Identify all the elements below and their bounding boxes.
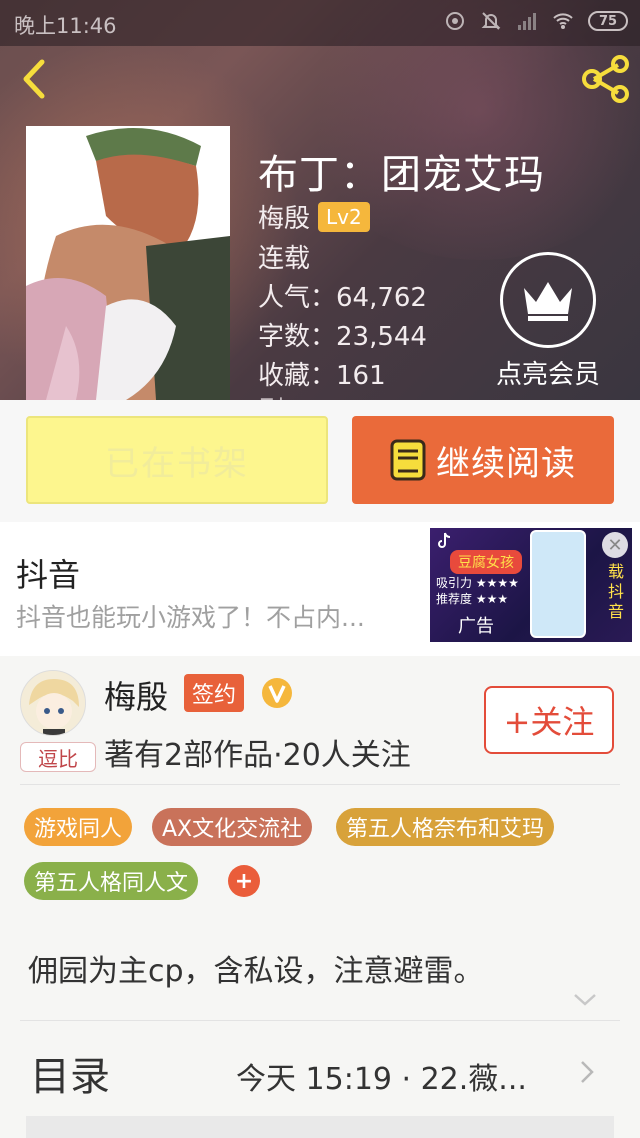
next-section-strip	[26, 1116, 614, 1138]
tiktok-logo-icon	[438, 532, 451, 548]
share-icon[interactable]	[580, 54, 632, 104]
avatar-illustration-icon	[21, 671, 85, 735]
author-card: 逗比 梅殷 签约 著有2部作品·20人关注 +关注 游戏同人 AX文化交流社 第…	[0, 656, 640, 1138]
crown-icon	[524, 282, 572, 321]
ad-banner[interactable]: 抖音 抖音也能玩小游戏了！不占内... 豆腐女孩 吸引力 ★★★★ 推荐度 ★★…	[0, 522, 640, 656]
level-badge: Lv2	[318, 201, 370, 232]
book-description: 佣园为主cp，含私设，注意避雷。	[28, 954, 484, 989]
signed-badge: 签约	[184, 674, 245, 712]
cover-illustration-icon	[26, 126, 230, 400]
partial-info-line: 剧…	[258, 390, 310, 400]
divider	[20, 784, 620, 785]
vip-badge	[500, 252, 596, 348]
tag-item[interactable]: 第五人格同人文	[24, 862, 199, 900]
ad-tag: 广告	[458, 616, 494, 637]
chevron-right-icon[interactable]	[578, 1058, 596, 1086]
toc-latest-chapter[interactable]: 今天 15:19 · 22.薇...	[236, 1054, 527, 1098]
ad-side-text: 载抖音	[607, 562, 624, 621]
verified-icon	[262, 678, 292, 708]
avatar[interactable]	[20, 670, 86, 736]
ad-title: 抖音	[16, 556, 81, 594]
wifi-icon	[553, 13, 573, 29]
tag-item[interactable]: AX文化交流社	[152, 808, 313, 846]
follow-button[interactable]: +关注	[484, 686, 614, 754]
hotspot-icon	[446, 12, 464, 30]
author-card-name[interactable]: 梅殷	[104, 672, 168, 718]
avatar-tag: 逗比	[20, 742, 96, 772]
book-header: 晚上11:46 75 布丁：团宠艾玛 梅殷 Lv2 连载 人气：64,762 字…	[0, 0, 640, 400]
ad-description: 抖音也能玩小游戏了！不占内...	[16, 603, 365, 632]
author-row[interactable]: 梅殷 Lv2	[258, 198, 370, 235]
tag-item[interactable]: 游戏同人	[24, 808, 133, 846]
status-icons: 75	[444, 10, 628, 32]
status-bar: 晚上11:46 75	[0, 0, 640, 46]
favorites-count: 收藏：161	[258, 361, 386, 391]
add-tag-button[interactable]: +	[228, 865, 260, 897]
ad-phone-graphic	[530, 530, 586, 638]
ad-recommend-rating: 推荐度 ★★★	[436, 592, 509, 606]
back-icon[interactable]	[16, 56, 56, 102]
divider	[20, 1020, 620, 1021]
author-meta: 著有2部作品·20人关注	[104, 738, 411, 773]
tag-item[interactable]: 第五人格奈布和艾玛	[336, 808, 555, 846]
continue-reading-button[interactable]: 继续阅读	[352, 416, 614, 504]
action-bar: 已在书架 继续阅读	[0, 400, 640, 522]
serial-status: 连载	[258, 244, 311, 274]
chevron-down-icon[interactable]	[572, 992, 598, 1008]
word-count: 字数：23,544	[258, 322, 427, 352]
book-title: 布丁：团宠艾玛	[258, 152, 545, 198]
battery-icon: 75	[588, 11, 628, 31]
book-cover[interactable]	[26, 126, 230, 400]
ad-image[interactable]: 豆腐女孩 吸引力 ★★★★ 推荐度 ★★★ 载抖音 ✕ 广告	[430, 528, 632, 642]
status-time: 晚上11:46	[14, 14, 117, 38]
vip-label: 点亮会员	[495, 360, 600, 390]
continue-reading-label: 继续阅读	[436, 443, 576, 484]
book-icon	[390, 439, 426, 481]
popularity-count: 人气：64,762	[258, 283, 427, 313]
book-detail-page: 晚上11:46 75 布丁：团宠艾玛 梅殷 Lv2 连载 人气：64,762 字…	[0, 0, 640, 1138]
signal-icon	[518, 13, 536, 30]
vip-button[interactable]: 点亮会员	[488, 252, 608, 391]
in-shelf-button[interactable]: 已在书架	[26, 416, 328, 504]
author-name[interactable]: 梅殷	[258, 198, 310, 235]
toc-label[interactable]: 目录	[30, 1044, 110, 1102]
mute-bell-icon	[481, 12, 501, 30]
ad-game-title: 豆腐女孩	[450, 550, 522, 574]
ad-attract-rating: 吸引力 ★★★★	[436, 576, 519, 590]
ad-close-icon[interactable]: ✕	[602, 532, 628, 558]
